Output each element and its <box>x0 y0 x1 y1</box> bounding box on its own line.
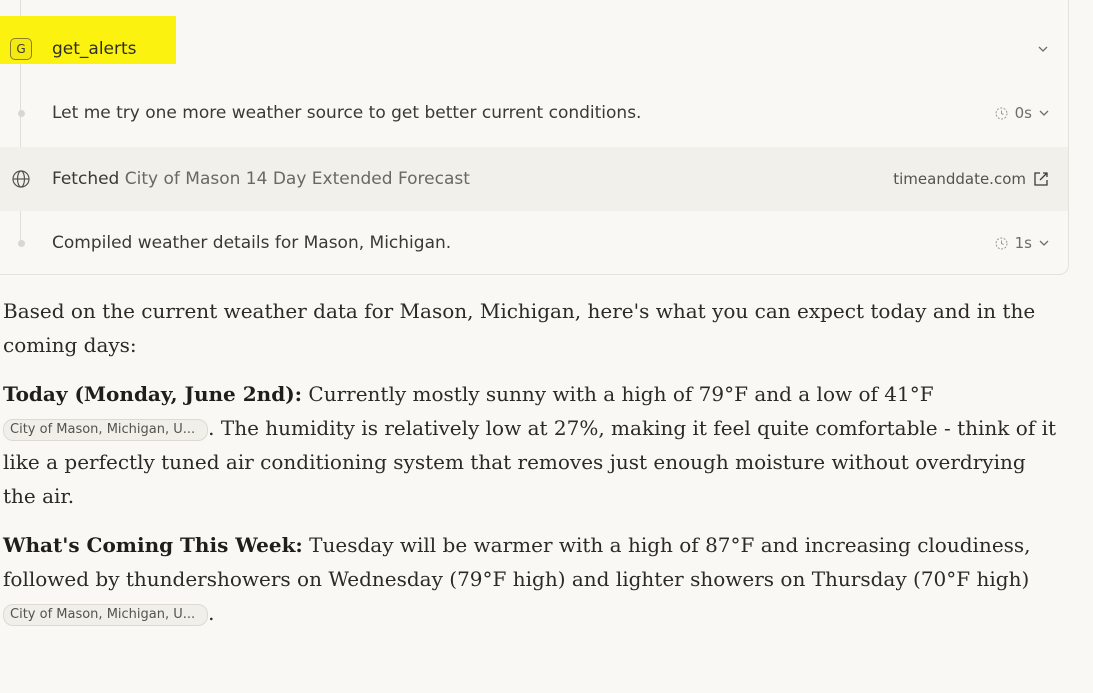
timeline-dot <box>17 239 25 247</box>
today-heading: Today (Monday, June 2nd): <box>3 382 303 406</box>
chevron-down-icon[interactable] <box>1038 237 1050 249</box>
step-try-weather-source[interactable]: Let me try one more weather source to ge… <box>0 90 1068 136</box>
citation-chip[interactable]: City of Mason, Michigan, U... <box>3 419 209 441</box>
source-domain[interactable]: timeanddate.com <box>893 170 1026 188</box>
tool-badge: G <box>10 38 32 60</box>
fetched-page-row[interactable]: Fetched City of Mason 14 Day Extended Fo… <box>0 147 1068 211</box>
step-compiled[interactable]: Compiled weather details for Mason, Mich… <box>0 220 1068 266</box>
week-text-end: . <box>208 601 215 625</box>
timer-icon <box>993 235 1009 251</box>
globe-icon <box>11 169 31 189</box>
today-text: Currently mostly sunny with a high of 79… <box>302 382 934 406</box>
week-heading: What's Coming This Week: <box>3 533 303 557</box>
citation-chip[interactable]: City of Mason, Michigan, U... <box>3 604 209 626</box>
step-duration: 0s <box>1014 104 1032 122</box>
external-link-icon[interactable] <box>1032 170 1050 188</box>
timeline-dot <box>17 109 25 117</box>
response-intro: Based on the current weather data for Ma… <box>3 299 1036 357</box>
step-text: Compiled weather details for Mason, Mich… <box>52 233 452 253</box>
tool-activity-panel: G get_alerts Let me try one more weather… <box>0 0 1069 275</box>
response-week-paragraph: What's Coming This Week: Tuesday will be… <box>3 528 1063 630</box>
chat-page: G get_alerts Let me try one more weather… <box>0 0 1093 693</box>
assistant-response: Based on the current weather data for Ma… <box>3 294 1063 645</box>
timer-icon <box>993 105 1009 121</box>
tool-call-get-alerts[interactable]: G get_alerts <box>0 26 1068 72</box>
step-duration: 1s <box>1014 234 1032 252</box>
tool-call-label: get_alerts <box>52 39 137 59</box>
step-text: Let me try one more weather source to ge… <box>52 103 642 123</box>
fetched-label: Fetched <box>52 169 120 189</box>
response-today-paragraph: Today (Monday, June 2nd): Currently most… <box>3 377 1063 513</box>
fetched-page-title[interactable]: City of Mason 14 Day Extended Forecast <box>125 169 470 189</box>
chevron-down-icon[interactable] <box>1038 107 1050 119</box>
chevron-down-icon[interactable] <box>1036 42 1050 56</box>
